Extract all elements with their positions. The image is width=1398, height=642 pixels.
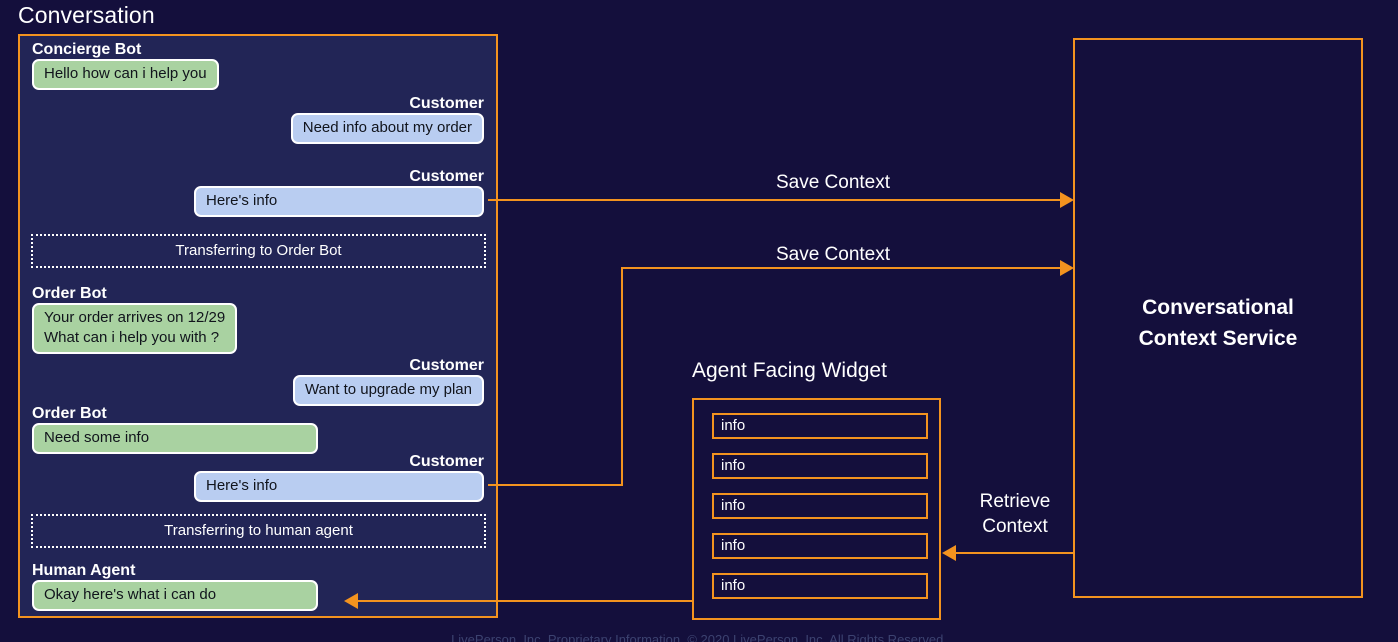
message-speaker: Concierge Bot [32,41,142,58]
message-speaker: Customer [409,95,484,112]
message-speaker: Human Agent [32,562,136,579]
message-bubble: Here's info [194,471,484,502]
message-row: Customer Here's info [20,452,496,502]
message-bubble: Your order arrives on 12/29 What can i h… [32,303,238,354]
save-context-label-1: Save Context [775,172,891,193]
info-chip[interactable]: info [712,453,928,479]
message-bubble-wrap: Need some info [20,423,496,454]
conversation-title: Conversation [18,2,155,28]
save-context-line-1 [488,199,1066,201]
message-bubble-wrap: Need info about my order [20,113,496,144]
message-bubble-wrap: Here's info [20,186,496,217]
message-speaker: Customer [409,357,484,374]
context-service-label: Conversational Context Service [1138,296,1298,350]
message-row: Customer Need info about my order [20,94,496,144]
save-context-label-2: Save Context [775,244,891,265]
save-context-arrowhead-1 [1060,192,1074,208]
message-row: Concierge Bot Hello how can i help you [20,40,496,90]
save-context-line-2-lower [488,484,623,486]
message-row: Customer Here's info [20,167,496,217]
transfer-notice: Transferring to human agent [31,514,486,548]
message-bubble-wrap: Your order arrives on 12/29 What can i h… [20,303,496,354]
message-row: Order Bot Your order arrives on 12/29 Wh… [20,284,496,354]
message-bubble-wrap: Okay here's what i can do [20,580,496,611]
message-bubble-wrap: Want to upgrade my plan [20,375,496,406]
message-speaker: Order Bot [32,405,107,422]
agent-widget-box: info info info info info [692,398,941,620]
info-chip[interactable]: info [712,573,928,599]
message-bubble: Okay here's what i can do [32,580,318,611]
retrieve-context-label: Retrieve Context [979,491,1051,537]
message-speaker: Customer [409,168,484,185]
message-row: Customer Want to upgrade my plan [20,356,496,406]
widget-to-agent-line [358,600,693,602]
message-bubble: Need some info [32,423,318,454]
message-bubble-wrap: Here's info [20,471,496,502]
info-chip[interactable]: info [712,533,928,559]
message-bubble: Want to upgrade my plan [292,375,484,406]
info-chip[interactable]: info [712,493,928,519]
message-bubble: Here's info [194,186,484,217]
message-row: Order Bot Need some info [20,404,496,454]
message-speaker: Order Bot [32,285,107,302]
info-chip[interactable]: info [712,413,928,439]
retrieve-context-arrowhead [942,545,956,561]
message-bubble: Hello how can i help you [32,59,219,90]
save-context-line-2-vertical [621,267,623,486]
footer-copyright: LivePerson, Inc. Proprietary Information… [451,632,947,642]
message-bubble-wrap: Hello how can i help you [20,59,496,90]
retrieve-context-line [956,552,1074,554]
transfer-notice: Transferring to Order Bot [31,234,486,268]
widget-to-agent-arrowhead [344,593,358,609]
conversation-panel: Concierge Bot Hello how can i help you C… [18,34,498,618]
save-context-arrowhead-2 [1060,260,1074,276]
message-row: Human Agent Okay here's what i can do [20,561,496,611]
message-speaker: Customer [409,453,484,470]
message-bubble: Need info about my order [290,113,484,144]
agent-widget-title: Agent Facing Widget [692,359,887,382]
save-context-line-2-upper [621,267,1066,269]
diagram-canvas: Conversation Concierge Bot Hello how can… [0,0,1398,642]
